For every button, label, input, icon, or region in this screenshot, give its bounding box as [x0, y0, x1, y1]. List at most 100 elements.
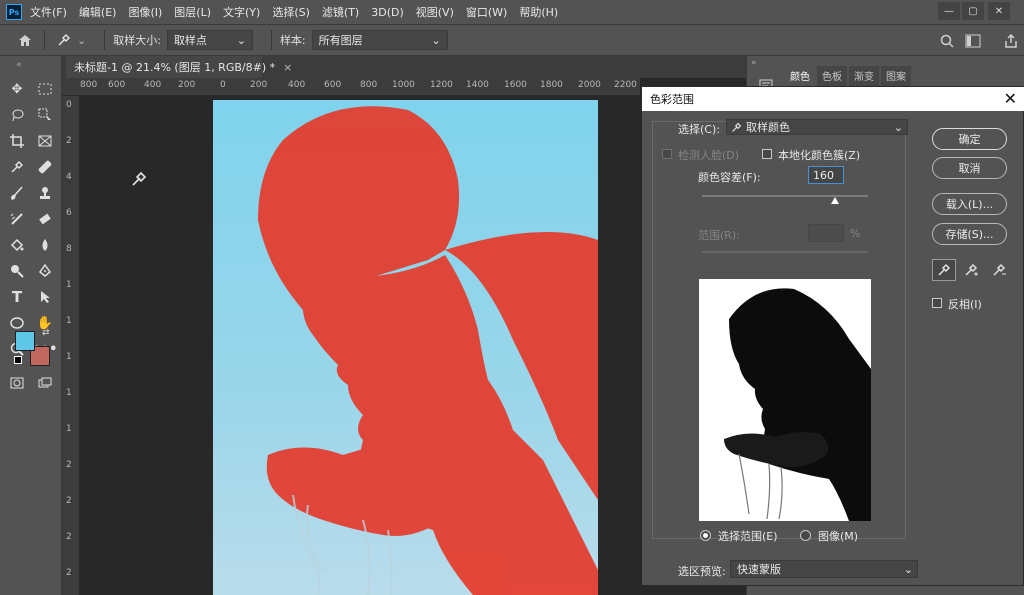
- menu-select[interactable]: 选择(S): [272, 4, 310, 20]
- eyedropper-subtract-icon[interactable]: [988, 259, 1012, 281]
- menu-help[interactable]: 帮助(H): [519, 4, 558, 20]
- vertical-ruler: 0 2 4 6 8 1 1 1 1 1 2 2 2 2: [62, 96, 80, 595]
- dodge-tool-icon[interactable]: [6, 260, 28, 282]
- save-button[interactable]: 存储(S)...: [932, 223, 1007, 245]
- ruler-tick-label: 1000: [392, 80, 415, 90]
- tab-patterns[interactable]: 图案: [881, 66, 911, 86]
- pen-tool-icon[interactable]: [34, 260, 56, 282]
- crop-tool-icon[interactable]: [6, 130, 28, 152]
- collapse-arrows-icon[interactable]: »: [751, 58, 757, 68]
- ruler-tick-label: 1: [66, 352, 72, 362]
- sample-size-select[interactable]: 取样点 ⌄: [166, 30, 253, 50]
- load-button[interactable]: 载入(L)...: [932, 193, 1007, 215]
- type-tool-icon[interactable]: T: [6, 286, 28, 308]
- brush-tool-icon[interactable]: [6, 182, 28, 204]
- ruler-tick-label: 1400: [466, 80, 489, 90]
- menu-window[interactable]: 窗口(W): [466, 4, 507, 20]
- ruler-tick-label: 2: [66, 460, 72, 470]
- minimize-button[interactable]: —: [938, 2, 960, 20]
- selection-radio[interactable]: [700, 530, 711, 541]
- ok-button[interactable]: 确定: [932, 128, 1007, 150]
- sample-select[interactable]: 所有图层 ⌄: [311, 30, 448, 50]
- menu-image[interactable]: 图像(I): [128, 4, 162, 20]
- image-radio[interactable]: [800, 530, 811, 541]
- menu-type[interactable]: 文字(Y): [223, 4, 260, 20]
- ruler-tick-label: 8: [66, 244, 72, 254]
- eyedropper-sample-icon[interactable]: [932, 259, 956, 281]
- ruler-tick-label: 800: [360, 80, 378, 90]
- ruler-tick-label: 1800: [540, 80, 563, 90]
- healing-brush-tool-icon[interactable]: [34, 156, 56, 178]
- selection-preview[interactable]: [699, 279, 871, 521]
- ruler-tick-label: 0: [220, 80, 226, 90]
- maximize-button[interactable]: ▢: [962, 2, 984, 20]
- move-tool-icon[interactable]: ✥: [6, 78, 28, 100]
- tab-gradients[interactable]: 渐变: [849, 66, 879, 86]
- selection-preview-select[interactable]: 快速蒙版 ⌄: [730, 560, 918, 578]
- selection-radio-label: 选择范围(E): [718, 530, 778, 543]
- chevron-down-icon[interactable]: ⌄: [77, 34, 86, 47]
- detect-faces-checkbox[interactable]: [662, 149, 672, 159]
- divider: [270, 30, 272, 50]
- path-selection-tool-icon[interactable]: [34, 286, 56, 308]
- menu-edit[interactable]: 编辑(E): [79, 4, 117, 20]
- foreground-color-swatch[interactable]: [15, 331, 35, 351]
- workspace-icon[interactable]: [962, 30, 984, 52]
- ruler-tick-label: 1: [66, 388, 72, 398]
- ruler-tick-label: 600: [324, 80, 342, 90]
- fuzziness-slider-thumb[interactable]: [830, 197, 839, 204]
- close-icon[interactable]: ✕: [1004, 89, 1017, 108]
- menu-3d[interactable]: 3D(D): [371, 6, 404, 19]
- fuzziness-slider-track[interactable]: [702, 195, 868, 197]
- eyedropper-preset-icon[interactable]: [53, 29, 75, 51]
- collapse-arrows-icon[interactable]: «: [8, 59, 30, 71]
- menu-file[interactable]: 文件(F): [30, 4, 67, 20]
- screen-mode-icon[interactable]: [34, 372, 56, 394]
- ruler-tick-label: 1: [66, 424, 72, 434]
- search-icon[interactable]: [936, 30, 958, 52]
- ruler-tick-label: 1600: [504, 80, 527, 90]
- eyedropper-tool-icon[interactable]: [6, 156, 28, 178]
- close-window-button[interactable]: ✕: [988, 2, 1010, 20]
- history-brush-tool-icon[interactable]: [6, 208, 28, 230]
- range-input[interactable]: [808, 224, 844, 242]
- close-tab-icon[interactable]: ×: [283, 61, 292, 74]
- invert-label: 反相(I): [948, 298, 982, 311]
- menu-bar: Ps 文件(F) 编辑(E) 图像(I) 图层(L) 文字(Y) 选择(S) 滤…: [0, 0, 1024, 24]
- object-select-tool-icon[interactable]: [34, 104, 56, 126]
- paint-bucket-tool-icon[interactable]: [6, 234, 28, 256]
- clone-stamp-tool-icon[interactable]: [34, 182, 56, 204]
- invert-checkbox[interactable]: [932, 298, 942, 308]
- localized-clusters-checkbox[interactable]: [762, 149, 772, 159]
- share-icon[interactable]: [1000, 30, 1022, 52]
- fuzziness-input[interactable]: 160: [808, 166, 844, 184]
- quick-mask-icon[interactable]: [6, 372, 28, 394]
- select-dropdown[interactable]: 取样颜色 ⌄: [726, 119, 908, 135]
- photoshop-logo[interactable]: Ps: [6, 4, 22, 20]
- menu-filter[interactable]: 滤镜(T): [322, 4, 359, 20]
- tab-color[interactable]: 颜色: [785, 66, 815, 86]
- lasso-tool-icon[interactable]: [6, 104, 28, 126]
- ruler-tick-label: 1: [66, 316, 72, 326]
- blur-tool-icon[interactable]: [34, 234, 56, 256]
- home-icon[interactable]: [14, 29, 36, 51]
- ruler-tick-label: 800: [80, 80, 98, 90]
- document-tab[interactable]: 未标题-1 @ 21.4% (图层 1, RGB/8#) * ×: [66, 56, 292, 78]
- swap-colors-icon[interactable]: ⇄: [42, 328, 50, 338]
- cancel-button[interactable]: 取消: [932, 157, 1007, 179]
- document-image[interactable]: [213, 100, 598, 595]
- ruler-tick-label: 4: [66, 172, 72, 182]
- ruler-tick-label: 1: [66, 280, 72, 290]
- eyedropper-add-icon[interactable]: [960, 259, 984, 281]
- eraser-tool-icon[interactable]: [34, 208, 56, 230]
- marquee-tool-icon[interactable]: [34, 78, 56, 100]
- tab-swatches[interactable]: 色板: [817, 66, 847, 86]
- menu-layer[interactable]: 图层(L): [174, 4, 211, 20]
- range-slider-track[interactable]: [702, 251, 868, 253]
- default-colors-icon[interactable]: [14, 356, 22, 364]
- frame-tool-icon[interactable]: [34, 130, 56, 152]
- menu-view[interactable]: 视图(V): [416, 4, 454, 20]
- divider: [104, 30, 106, 50]
- dialog-titlebar[interactable]: 色彩范围 ✕: [642, 87, 1024, 111]
- chevron-down-icon: ⌄: [903, 562, 913, 576]
